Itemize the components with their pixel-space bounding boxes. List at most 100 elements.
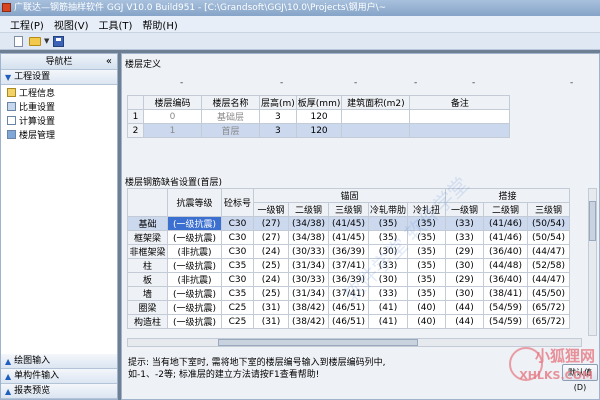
lap-grade2-cell[interactable]: (54/59) xyxy=(483,300,529,315)
anchor-grade1-cell[interactable]: (24) xyxy=(253,244,289,259)
seismic-grade-cell[interactable]: (一级抗震) xyxy=(167,258,222,273)
anchor-grade3-cell[interactable]: (46/51) xyxy=(328,314,369,329)
anchor-grade2-cell[interactable]: (38/42) xyxy=(288,300,329,315)
lap-grade3-cell[interactable]: (45/50) xyxy=(527,286,571,301)
concrete-grade-cell[interactable]: C35 xyxy=(221,286,254,301)
anchor-cold-rolled-ribbed-cell[interactable]: (35) xyxy=(367,216,409,231)
nav-item-density-settings[interactable]: 比重设置 xyxy=(1,99,117,113)
lap-grade2-cell[interactable]: (41/46) xyxy=(483,230,529,245)
lap-grade2-cell[interactable]: (36/40) xyxy=(483,272,529,287)
floor-name-cell[interactable]: 基础层 xyxy=(201,109,260,124)
concrete-grade-cell[interactable]: C25 xyxy=(221,314,254,329)
column-header[interactable]: 冷扎扭 xyxy=(407,202,447,217)
menu-tools[interactable]: 工具(T) xyxy=(99,17,133,32)
column-header[interactable]: 板厚(mm) xyxy=(295,95,343,110)
nav-item-project-info[interactable]: 工程信息 xyxy=(1,85,117,99)
lap-grade2-cell[interactable]: (44/48) xyxy=(483,258,529,273)
anchor-grade2-cell[interactable]: (34/38) xyxy=(288,230,329,245)
scroll-thumb[interactable] xyxy=(589,201,596,241)
table-row[interactable]: 构造柱 (一级抗震) C25 (31) (38/42) (46/51) (41) (40) (4… xyxy=(127,314,571,329)
anchor-cold-rolled-twisted-cell[interactable]: (35) xyxy=(407,272,447,287)
lap-grade2-cell[interactable]: (54/59) xyxy=(483,314,529,329)
component-cell[interactable]: 框架梁 xyxy=(127,230,168,245)
horizontal-scrollbar[interactable] xyxy=(127,338,582,347)
column-header[interactable]: 二级钢 xyxy=(288,202,329,217)
column-header[interactable]: 一级钢 xyxy=(445,202,485,217)
concrete-grade-cell[interactable]: C30 xyxy=(221,272,254,287)
lap-grade2-cell[interactable]: (38/41) xyxy=(483,286,529,301)
anchor-grade3-cell[interactable]: (36/39) xyxy=(328,244,369,259)
column-header[interactable]: 二级钢 xyxy=(483,202,529,217)
anchor-cold-rolled-twisted-cell[interactable]: (35) xyxy=(407,230,447,245)
lap-grade1-cell[interactable]: (29) xyxy=(445,272,485,287)
lap-grade3-cell[interactable]: (65/72) xyxy=(527,300,571,315)
anchor-grade2-cell[interactable]: (30/33) xyxy=(288,272,329,287)
column-header[interactable]: 楼层名称 xyxy=(201,95,260,110)
anchor-grade2-cell[interactable]: (34/38) xyxy=(288,216,329,231)
floor-code-cell[interactable]: 0 xyxy=(143,109,202,124)
table-row[interactable]: 墙 (一级抗震) C35 (25) (31/34) (37/41) (33) (35) (30)… xyxy=(127,286,571,301)
anchor-cold-rolled-twisted-cell[interactable]: (40) xyxy=(407,300,447,315)
remark-cell[interactable] xyxy=(409,123,511,138)
anchor-cold-rolled-ribbed-cell[interactable]: (30) xyxy=(367,244,409,259)
anchor-grade1-cell[interactable]: (31) xyxy=(253,314,289,329)
lap-grade2-cell[interactable]: (41/46) xyxy=(483,216,529,231)
table-row[interactable]: 非框架梁 (非抗震) C30 (24) (30/33) (36/39) (30) (35) (2… xyxy=(127,244,571,259)
anchor-grade1-cell[interactable]: (25) xyxy=(253,258,289,273)
new-file-button[interactable] xyxy=(12,35,25,47)
anchor-cold-rolled-twisted-cell[interactable]: (35) xyxy=(407,286,447,301)
lap-grade3-cell[interactable]: (52/58) xyxy=(527,258,571,273)
table-row[interactable]: 圈梁 (一级抗震) C25 (31) (38/42) (46/51) (41) (40) (44… xyxy=(127,300,571,315)
anchor-grade1-cell[interactable]: (31) xyxy=(253,300,289,315)
anchor-cold-rolled-ribbed-cell[interactable]: (33) xyxy=(367,258,409,273)
component-cell[interactable]: 墙 xyxy=(127,286,168,301)
seismic-grade-cell[interactable]: (一级抗震) xyxy=(167,230,222,245)
component-cell[interactable]: 基础 xyxy=(127,216,168,231)
anchor-grade1-cell[interactable]: (25) xyxy=(253,286,289,301)
building-area-cell[interactable] xyxy=(341,109,411,124)
default-values-button[interactable]: 默认值(D) xyxy=(562,364,598,392)
slab-thickness-cell[interactable]: 120 xyxy=(295,109,343,124)
seismic-grade-cell[interactable]: (一级抗震) xyxy=(167,314,222,329)
anchor-grade2-cell[interactable]: (30/33) xyxy=(288,244,329,259)
table-row[interactable]: 基础 (一级抗震) C30 (27) (34/38) (41/45) (35) (35) (33… xyxy=(127,216,571,231)
nav-item-calc-settings[interactable]: 计算设置 xyxy=(1,113,117,127)
seismic-grade-cell[interactable]: (非抗震) xyxy=(167,244,222,259)
seismic-grade-cell[interactable]: (一级抗震) xyxy=(167,300,222,315)
anchor-cold-rolled-ribbed-cell[interactable]: (35) xyxy=(367,230,409,245)
slab-thickness-cell[interactable]: 120 xyxy=(295,123,343,138)
table-row[interactable]: 框架梁 (一级抗震) C30 (27) (34/38) (41/45) (35) (35) (3… xyxy=(127,230,571,245)
anchor-grade3-cell[interactable]: (41/45) xyxy=(328,216,369,231)
nav-item-floor-management[interactable]: 楼层管理 xyxy=(1,127,117,141)
floor-height-cell[interactable]: 3 xyxy=(259,109,297,124)
lap-grade1-cell[interactable]: (33) xyxy=(445,216,485,231)
column-header[interactable]: 备注 xyxy=(409,95,511,110)
anchor-grade2-cell[interactable]: (31/34) xyxy=(288,258,329,273)
lap-grade1-cell[interactable]: (44) xyxy=(445,314,485,329)
anchor-cold-rolled-ribbed-cell[interactable]: (30) xyxy=(367,272,409,287)
concrete-grade-cell[interactable]: C30 xyxy=(221,244,254,259)
lap-grade3-cell[interactable]: (50/54) xyxy=(527,216,571,231)
lap-grade1-cell[interactable]: (30) xyxy=(445,258,485,273)
column-header[interactable]: 砼标号 xyxy=(221,188,254,217)
lap-grade1-cell[interactable]: (33) xyxy=(445,230,485,245)
anchor-grade2-cell[interactable]: (31/34) xyxy=(288,286,329,301)
column-header[interactable]: 冷轧带肋 xyxy=(367,202,409,217)
anchor-grade3-cell[interactable]: (41/45) xyxy=(328,230,369,245)
menu-view[interactable]: 视图(V) xyxy=(54,17,89,32)
table-row[interactable]: 板 (非抗震) C30 (24) (30/33) (36/39) (30) (35) (29)(… xyxy=(127,272,571,287)
column-header[interactable]: 三级钢 xyxy=(527,202,571,217)
nav-section-report-preview[interactable]: ▲ 报表预览 xyxy=(1,384,117,399)
component-cell[interactable]: 构造柱 xyxy=(127,314,168,329)
seismic-grade-cell[interactable]: (一级抗震) xyxy=(167,286,222,301)
lap-grade3-cell[interactable]: (44/47) xyxy=(527,244,571,259)
table-row[interactable]: 2 1 首层 3 120 xyxy=(127,123,511,138)
component-cell[interactable]: 圈梁 xyxy=(127,300,168,315)
column-header[interactable]: 三级钢 xyxy=(328,202,369,217)
lap-grade1-cell[interactable]: (29) xyxy=(445,244,485,259)
lap-grade3-cell[interactable]: (44/47) xyxy=(527,272,571,287)
save-button[interactable] xyxy=(52,35,65,47)
menu-help[interactable]: 帮助(H) xyxy=(142,17,177,32)
anchor-cold-rolled-twisted-cell[interactable]: (35) xyxy=(407,216,447,231)
anchor-cold-rolled-ribbed-cell[interactable]: (41) xyxy=(367,314,409,329)
